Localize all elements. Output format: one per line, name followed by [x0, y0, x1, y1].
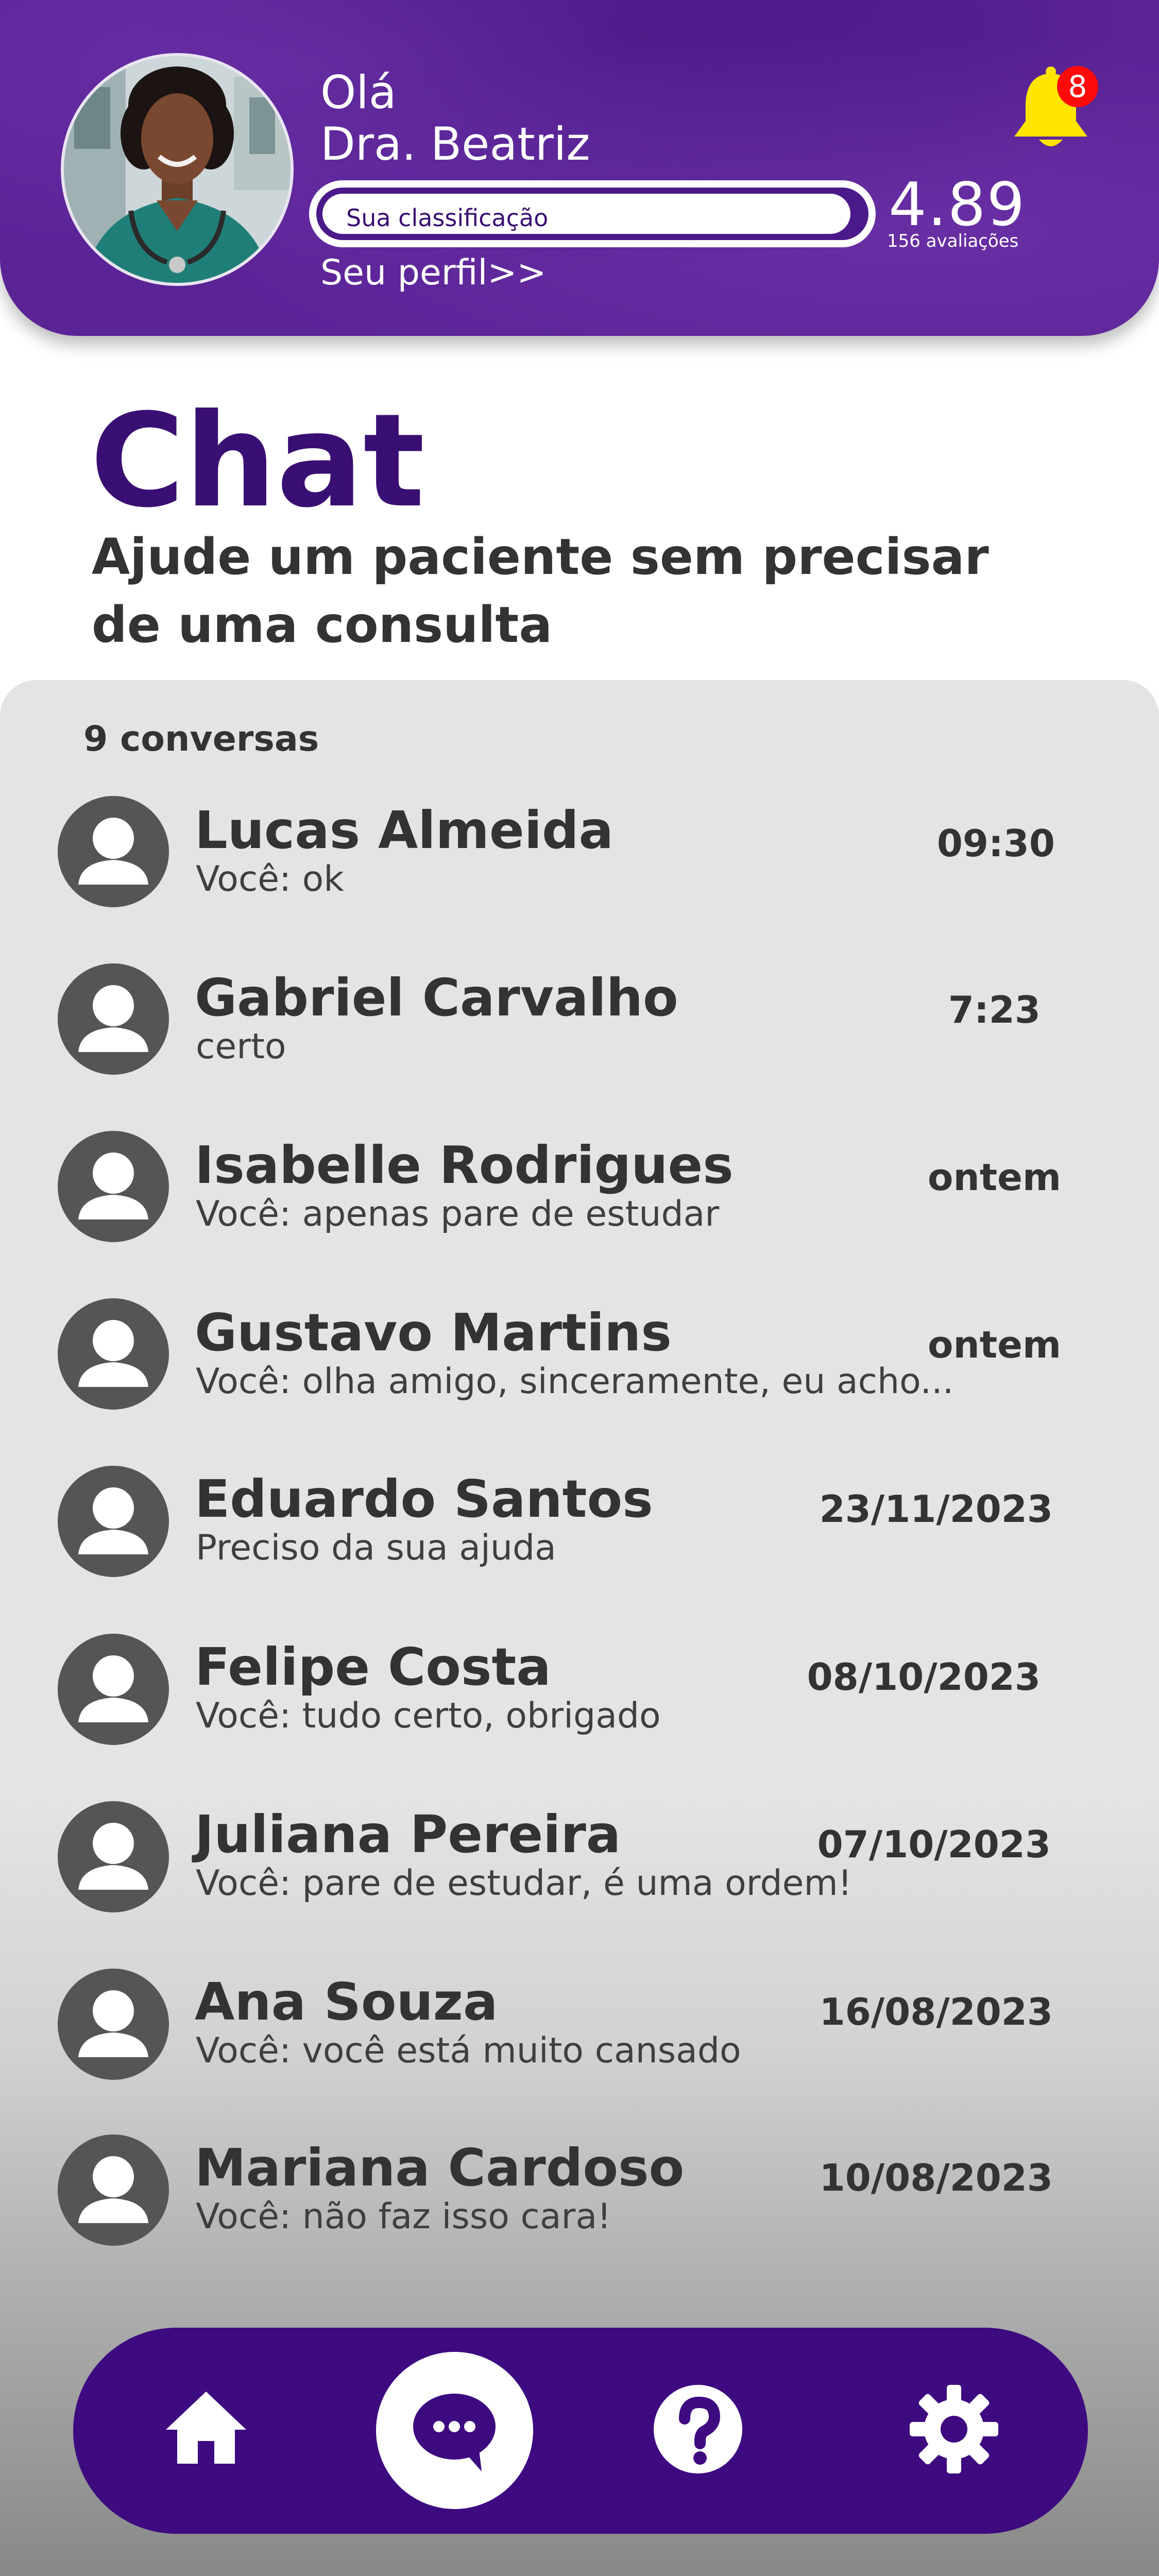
- rating-bar: Sua classificação: [309, 180, 876, 247]
- conversation-name: Gabriel Carvalho: [195, 968, 678, 1028]
- conversation-time: 09:30: [936, 822, 1055, 865]
- settings-icon[interactable]: [908, 2383, 1000, 2476]
- user-avatar-icon: [58, 1634, 169, 1745]
- user-avatar-icon: [58, 2134, 169, 2246]
- user-avatar-icon: [58, 963, 169, 1075]
- greeting: Olá Dra. Beatriz: [320, 67, 590, 170]
- conversation-time: 07/10/2023: [817, 1823, 1051, 1866]
- rating-value: 4.89: [889, 170, 1026, 240]
- conversation-last-message: Você: ok: [196, 859, 344, 900]
- conversation-last-message: Você: tudo certo, obrigado: [196, 1696, 661, 1736]
- conversation-item[interactable]: Felipe Costa Você: tudo certo, obrigado …: [0, 1630, 1159, 1784]
- conversation-item[interactable]: Gabriel Carvalho certo 7:23: [0, 958, 1159, 1113]
- profile-link[interactable]: Seu perfil>>: [320, 252, 546, 293]
- rating-label: Sua classificação: [346, 204, 549, 232]
- user-avatar-icon: [58, 1466, 169, 1577]
- conversation-time: 10/08/2023: [819, 2156, 1053, 2199]
- help-icon[interactable]: [652, 2383, 744, 2476]
- conversation-item[interactable]: Ana Souza Você: você está muito cansado …: [0, 1964, 1159, 2119]
- profile-header: Olá Dra. Beatriz Sua classificação 4.89 …: [0, 0, 1159, 336]
- conversation-last-message: Você: você está muito cansado: [196, 2030, 741, 2071]
- user-avatar-icon: [58, 1298, 169, 1410]
- conversation-last-message: Você: olha amigo, sinceramente, eu acho.…: [196, 1361, 954, 1402]
- conversation-last-message: certo: [196, 1026, 286, 1067]
- rating-count: 156 avaliações: [887, 231, 1019, 251]
- notification-badge: 8: [1057, 66, 1098, 107]
- chat-nav-button[interactable]: [376, 2352, 533, 2509]
- user-avatar-icon: [58, 1131, 169, 1242]
- chat-icon: [413, 2394, 496, 2471]
- conversation-name: Gustavo Martins: [195, 1302, 672, 1363]
- conversation-time: ontem: [928, 1156, 1061, 1199]
- conversation-last-message: Você: pare de estudar, é uma ordem!: [196, 1863, 852, 1904]
- conversation-last-message: Você: apenas pare de estudar: [196, 1194, 720, 1234]
- conversation-time: 16/08/2023: [819, 1990, 1053, 2033]
- conversation-name: Ana Souza: [195, 1972, 498, 2032]
- home-icon[interactable]: [160, 2380, 252, 2473]
- conversation-last-message: Preciso da sua ajuda: [196, 1528, 556, 1568]
- page-title: Chat: [90, 386, 425, 536]
- conversation-name: Eduardo Santos: [195, 1469, 653, 1529]
- conversation-name: Lucas Almeida: [195, 800, 614, 860]
- doctor-avatar[interactable]: [61, 53, 294, 286]
- conversation-count: 9 conversas: [83, 719, 319, 759]
- conversation-name: Mariana Cardoso: [195, 2138, 685, 2198]
- conversation-item[interactable]: Mariana Cardoso Você: não faz isso cara!…: [0, 2130, 1159, 2285]
- user-avatar-icon: [58, 796, 169, 907]
- conversation-item[interactable]: Eduardo Santos Preciso da sua ajuda 23/1…: [0, 1462, 1159, 1616]
- conversation-time: 7:23: [948, 988, 1041, 1031]
- conversation-name: Felipe Costa: [195, 1637, 551, 1697]
- conversation-name: Juliana Pereira: [195, 1804, 621, 1865]
- user-avatar-icon: [58, 1801, 169, 1912]
- doctor-photo: [64, 56, 291, 283]
- conversation-item[interactable]: Isabelle Rodrigues Você: apenas pare de …: [0, 1127, 1159, 1281]
- conversation-time: ontem: [928, 1323, 1061, 1366]
- user-avatar-icon: [58, 1969, 169, 2080]
- greeting-hello: Olá: [320, 66, 397, 119]
- conversation-name: Isabelle Rodrigues: [195, 1135, 734, 1195]
- conversation-item[interactable]: Juliana Pereira Você: pare de estudar, é…: [0, 1797, 1159, 1952]
- conversation-time: 23/11/2023: [819, 1487, 1053, 1531]
- conversation-item[interactable]: Lucas Almeida Você: ok 09:30: [0, 791, 1159, 945]
- doctor-name: Dra. Beatriz: [320, 117, 590, 171]
- page-subtitle: Ajude um paciente sem precisar de uma co…: [92, 528, 989, 654]
- conversation-time: 08/10/2023: [807, 1655, 1041, 1699]
- conversation-last-message: Você: não faz isso cara!: [196, 2196, 611, 2237]
- conversation-item[interactable]: Gustavo Martins Você: olha amigo, sincer…: [0, 1294, 1159, 1449]
